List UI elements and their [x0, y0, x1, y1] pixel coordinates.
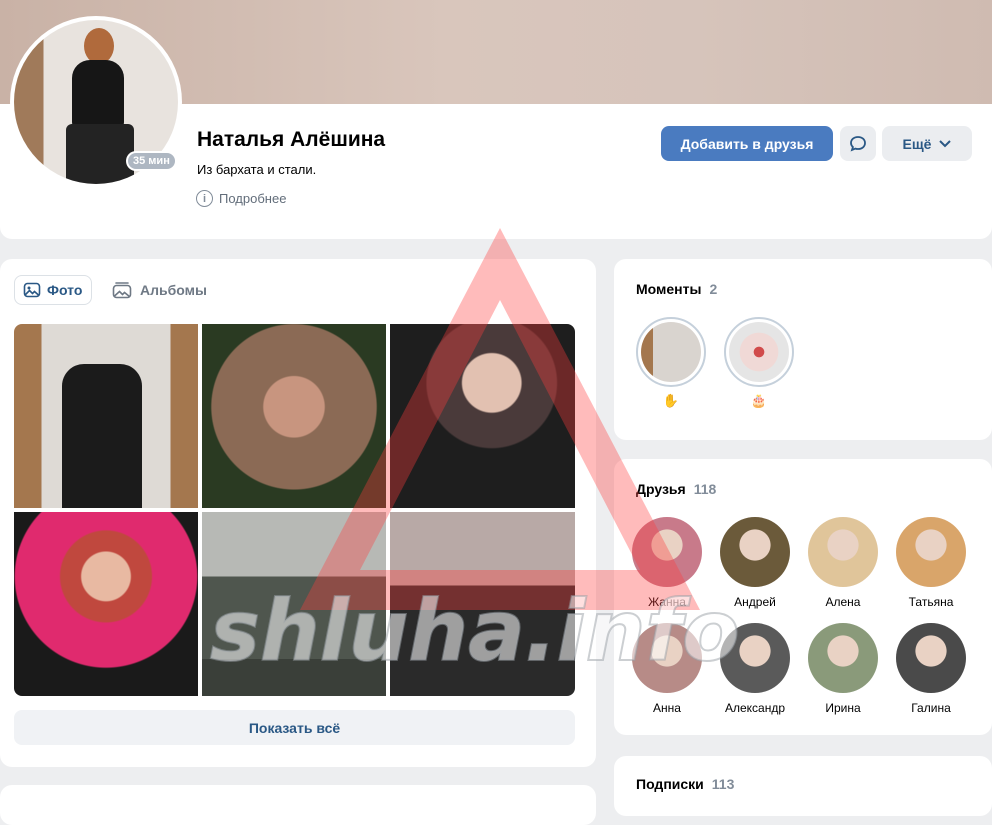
avatar	[720, 517, 790, 587]
tab-albums-label: Альбомы	[140, 282, 207, 298]
show-all-photos-button[interactable]: Показать всё	[14, 710, 575, 745]
moments-count: 2	[709, 281, 718, 297]
avatar	[896, 517, 966, 587]
subscriptions-card: Подписки 113	[614, 756, 992, 816]
photo-thumbnail[interactable]	[390, 512, 575, 696]
friend-name: Галина	[911, 701, 951, 715]
friend-item[interactable]: Татьяна	[887, 517, 975, 609]
friend-item[interactable]: Жанна	[623, 517, 711, 609]
more-actions-label: Ещё	[902, 135, 932, 152]
friend-name: Жанна	[648, 595, 686, 609]
moments-header[interactable]: Моменты 2	[636, 281, 717, 297]
friend-item[interactable]: Галина	[887, 623, 975, 715]
moment-emoji: 🎂	[750, 393, 768, 408]
photo-thumbnail[interactable]	[202, 324, 386, 508]
avatar-figure-head	[84, 28, 114, 64]
moments-title: Моменты	[636, 281, 702, 297]
more-actions-button[interactable]: Ещё	[882, 126, 972, 161]
moment-emoji: ✋	[662, 393, 680, 408]
photo-thumbnail[interactable]	[390, 324, 575, 508]
add-friend-button[interactable]: Добавить в друзья	[661, 126, 833, 161]
avatar	[896, 623, 966, 693]
friend-name: Александр	[724, 701, 786, 715]
photo-grid	[14, 324, 575, 696]
online-status-badge: 35 мин	[126, 151, 177, 171]
friend-name: Андрей	[734, 595, 776, 609]
albums-icon	[112, 282, 132, 299]
friend-item[interactable]: Александр	[711, 623, 799, 715]
avatar	[632, 517, 702, 587]
friend-name: Алена	[825, 595, 861, 609]
tab-photos[interactable]: Фото	[14, 275, 93, 305]
photo-thumbnail[interactable]	[202, 512, 386, 696]
message-button[interactable]	[840, 126, 876, 161]
friends-header[interactable]: Друзья 118	[636, 481, 716, 497]
moments-card: Моменты 2 ✋ 🎂	[614, 259, 992, 440]
info-icon: i	[196, 190, 213, 207]
friend-item[interactable]: Алена	[799, 517, 887, 609]
photos-card: Фото Альбомы Показать всё	[0, 259, 596, 767]
chevron-down-icon	[939, 139, 952, 147]
avatar-figure-body	[72, 60, 124, 130]
friend-item[interactable]: Анна	[623, 623, 711, 715]
friends-title: Друзья	[636, 481, 686, 497]
tab-albums[interactable]: Альбомы	[112, 275, 207, 305]
message-icon	[850, 135, 866, 152]
photo-thumbnail[interactable]	[14, 512, 198, 696]
friend-item[interactable]: Ирина	[799, 623, 887, 715]
friends-card: Друзья 118 Жанна Андрей Алена Татьяна Ан…	[614, 459, 992, 735]
moment-item[interactable]	[724, 317, 794, 387]
moment-item[interactable]	[636, 317, 706, 387]
avatar	[720, 623, 790, 693]
tab-photos-label: Фото	[47, 282, 83, 298]
profile-name: Наталья Алёшина	[197, 128, 386, 151]
online-time: 35 мин	[128, 153, 175, 169]
image-icon	[23, 282, 41, 298]
more-info-link[interactable]: i Подробнее	[196, 190, 286, 207]
avatar	[808, 517, 878, 587]
friends-count: 118	[693, 481, 717, 497]
friend-name: Анна	[653, 701, 681, 715]
profile-status: Из бархата и стали.	[197, 162, 317, 177]
friend-name: Ирина	[825, 701, 861, 715]
friend-name: Татьяна	[908, 595, 954, 609]
next-section-card	[0, 785, 596, 825]
avatar-figure-skirt	[66, 124, 134, 184]
avatar	[808, 623, 878, 693]
avatar	[632, 623, 702, 693]
photo-thumbnail[interactable]	[14, 324, 198, 508]
more-info-label: Подробнее	[219, 191, 287, 206]
friend-item[interactable]: Андрей	[711, 517, 799, 609]
